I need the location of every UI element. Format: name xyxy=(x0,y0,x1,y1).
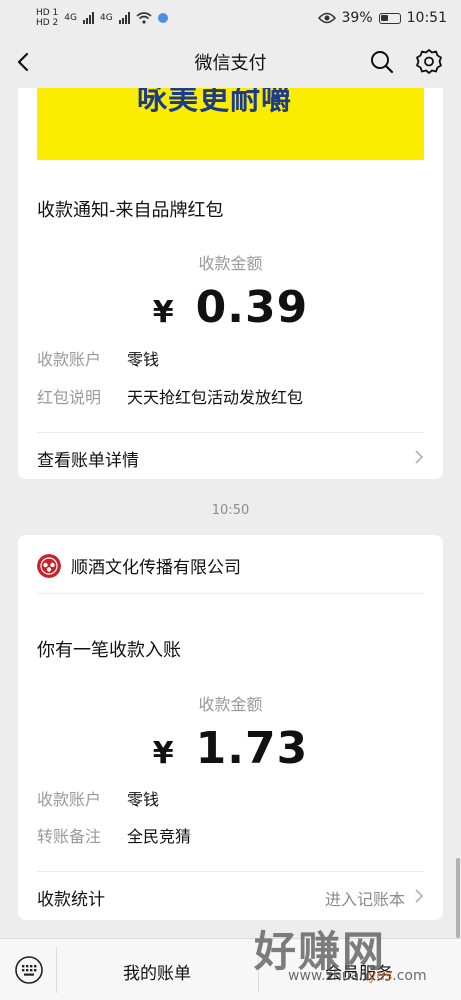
signal2-icon xyxy=(118,12,130,24)
card2-field-value-account: 零钱 xyxy=(127,790,160,809)
bottom-menu-bar: 我的账单 会员服务 xyxy=(0,938,461,1000)
chevron-right-icon xyxy=(415,889,424,903)
card1-field-label-note: 红包说明 xyxy=(37,388,102,407)
header-bar: 微信支付 xyxy=(0,36,461,88)
payment-stats-label: 收款统计 xyxy=(37,890,105,910)
chevron-right-icon xyxy=(415,450,424,464)
card2-title: 你有一笔收款入账 xyxy=(37,640,181,661)
card1-amount-label: 收款金额 xyxy=(198,254,263,273)
wifi-icon xyxy=(136,12,152,24)
status-right: 39% 10:51 xyxy=(317,10,447,26)
merchant-name: 顺酒文化传播有限公司 xyxy=(71,558,241,578)
menu-separator xyxy=(56,947,57,993)
hd1-label: HD 1 xyxy=(36,8,59,18)
payment-card-1[interactable]: 咏美更耐嚼 收款通知-来自品牌红包 收款金额 ¥ 0.39 收款账户 零钱 红包… xyxy=(18,88,443,479)
card2-field-value-remark: 全民竞猜 xyxy=(127,827,192,846)
search-icon[interactable] xyxy=(368,48,396,76)
promo-banner[interactable]: 咏美更耐嚼 xyxy=(37,88,424,160)
menu-my-bills[interactable]: 我的账单 xyxy=(82,959,232,984)
browser-app-icon xyxy=(157,13,168,23)
merchant-header[interactable]: 顺酒文化传播有限公司 xyxy=(37,553,241,578)
view-bill-details-label: 查看账单详情 xyxy=(37,451,139,471)
hd2-label: HD 2 xyxy=(36,18,59,28)
card1-field-value-account: 零钱 xyxy=(127,350,160,369)
card2-amount: 1.73 xyxy=(195,723,309,774)
scrollbar-thumb[interactable] xyxy=(456,858,460,938)
card2-header-divider xyxy=(37,593,424,594)
signal1-icon xyxy=(83,12,94,24)
menu-member-service[interactable]: 会员服务 xyxy=(284,959,434,984)
gear-icon[interactable] xyxy=(414,47,444,77)
status-bar: HD 1 HD 2 4G 4G 39% 10:51 xyxy=(0,0,461,36)
card1-field-value-note: 天天抢红包活动发放红包 xyxy=(127,388,304,407)
time-separator: 10:50 xyxy=(211,503,250,518)
card2-currency: ¥ xyxy=(152,736,174,771)
clock: 10:51 xyxy=(406,10,447,26)
payment-card-2[interactable]: 顺酒文化传播有限公司 你有一笔收款入账 收款金额 ¥ 1.73 收款账户 零钱 … xyxy=(18,535,443,920)
keyboard-icon[interactable] xyxy=(14,955,44,985)
merchant-logo-icon xyxy=(37,553,61,578)
banner-text: 咏美更耐嚼 xyxy=(137,88,292,117)
network2-label: 4G xyxy=(100,13,113,23)
card1-title: 收款通知-来自品牌红包 xyxy=(37,200,224,221)
card1-field-label-account: 收款账户 xyxy=(37,350,102,369)
battery-percent: 39% xyxy=(341,10,373,26)
page-title: 微信支付 xyxy=(194,53,267,74)
card1-amount-row: ¥ 0.39 xyxy=(18,282,443,333)
card2-amount-label: 收款金额 xyxy=(198,695,263,714)
hd-badges: HD 1 HD 2 xyxy=(36,8,58,28)
status-left: HD 1 HD 2 4G 4G xyxy=(36,8,168,28)
card2-field-label-remark: 转账备注 xyxy=(37,827,102,846)
card1-currency: ¥ xyxy=(152,295,174,330)
card2-amount-row: ¥ 1.73 xyxy=(18,723,443,774)
payment-stats-link[interactable]: 收款统计 进入记账本 xyxy=(18,872,443,920)
card1-amount: 0.39 xyxy=(195,282,309,333)
menu-separator xyxy=(258,947,259,993)
network1-label: 4G xyxy=(64,13,77,23)
view-bill-details-link[interactable]: 查看账单详情 xyxy=(18,433,443,479)
card2-field-label-account: 收款账户 xyxy=(37,790,102,809)
ledger-link-hint: 进入记账本 xyxy=(324,890,405,909)
eye-icon xyxy=(317,12,336,24)
back-icon[interactable] xyxy=(10,48,38,76)
battery-icon xyxy=(378,12,401,24)
